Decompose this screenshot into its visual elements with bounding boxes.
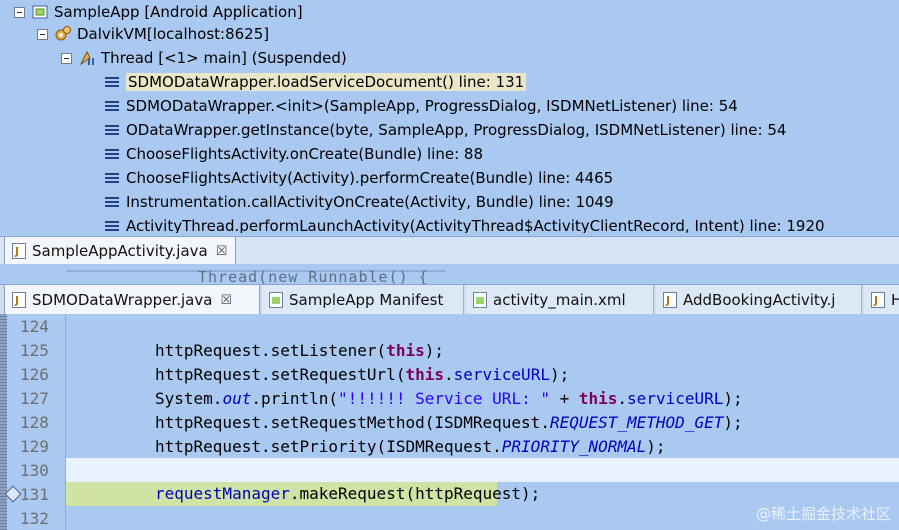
stack-frame-label: ODataWrapper.getInstance(byte, SampleApp… bbox=[126, 121, 787, 139]
code-line[interactable]: 125 httpRequest.setListener(this); bbox=[0, 338, 899, 362]
stack-frame-label: ChooseFlightsActivity.onCreate(Bundle) l… bbox=[126, 145, 483, 163]
collapsed-editor-stub: Thread(new Runnable() { bbox=[0, 264, 899, 284]
tree-node-thread[interactable]: Thread [<1> main] (Suspended) bbox=[61, 46, 347, 70]
xml-file-icon bbox=[472, 292, 487, 309]
stack-frame[interactable]: ActivityThread.performLaunchActivity(Act… bbox=[104, 214, 825, 233]
tab-label: SampleAppActivity.java bbox=[32, 242, 208, 260]
code-line[interactable]: 130 bbox=[20, 458, 899, 482]
collapse-toggle-icon[interactable] bbox=[37, 28, 48, 40]
line-number: 130 bbox=[20, 460, 49, 480]
tab-label: SampleApp Manifest bbox=[289, 291, 444, 309]
line-number: 124 bbox=[20, 316, 49, 336]
stack-frame-label: Instrumentation.callActivityOnCreate(Act… bbox=[126, 193, 614, 211]
tree-node-app[interactable]: SampleApp [Android Application] bbox=[14, 0, 303, 24]
svg-text:J: J bbox=[873, 294, 878, 307]
stack-frame-icon bbox=[104, 147, 120, 161]
code-line[interactable]: 126 httpRequest.setRequestUrl(this.servic… bbox=[0, 362, 899, 386]
stack-frame[interactable]: Instrumentation.callActivityOnCreate(Act… bbox=[104, 190, 614, 214]
collapse-toggle-icon[interactable] bbox=[61, 52, 72, 64]
top-editor-tabbar: J SampleAppActivity.java ☒ bbox=[0, 236, 899, 266]
tree-node-vm[interactable]: DalvikVM[localhost:8625] bbox=[37, 22, 269, 46]
tab-sampleapp-manifest[interactable]: SampleApp Manifest bbox=[262, 285, 464, 315]
tab-sdmodatawrapper[interactable]: J SDMODataWrapper.java ☒ bbox=[4, 285, 260, 315]
line-number: 132 bbox=[20, 508, 49, 528]
code-text: httpRequest.setPriority(ISDMRequest.PRIO… bbox=[155, 436, 666, 456]
manifest-file-icon bbox=[268, 292, 283, 309]
suspended-thread-icon bbox=[78, 49, 96, 67]
stack-frame-icon bbox=[104, 195, 120, 209]
code-line[interactable]: 127 System.out.println("!!!!!! Service UR… bbox=[0, 386, 899, 410]
stack-frame[interactable]: SDMODataWrapper.loadServiceDocument() li… bbox=[104, 70, 527, 94]
tree-node-vm-label: DalvikVM[localhost:8625] bbox=[77, 25, 270, 43]
stack-frame-icon bbox=[104, 219, 120, 233]
line-number: 131 bbox=[20, 484, 49, 504]
code-line[interactable]: 129 httpRequest.setPriority(ISDMRequest.P… bbox=[0, 434, 899, 458]
tree-node-app-label: SampleApp [Android Application] bbox=[54, 3, 303, 21]
stack-frame-label: ChooseFlightsActivity(Activity).performC… bbox=[126, 169, 614, 187]
stack-frame-label: ActivityThread.performLaunchActivity(Act… bbox=[126, 217, 825, 233]
svg-text:J: J bbox=[14, 245, 19, 258]
line-number: 128 bbox=[20, 412, 49, 432]
stack-frame[interactable]: ChooseFlightsActivity.onCreate(Bundle) l… bbox=[104, 142, 483, 166]
svg-text:J: J bbox=[14, 294, 19, 307]
code-text: httpRequest.setRequestUrl(this.serviceUR… bbox=[155, 364, 570, 384]
stack-frame-icon bbox=[104, 123, 120, 137]
tab-label: activity_main.xml bbox=[493, 291, 626, 309]
svg-text:J: J bbox=[665, 294, 670, 307]
java-file-icon: J bbox=[11, 243, 26, 260]
stack-frame-label: SDMODataWrapper.<init>(SampleApp, Progre… bbox=[126, 97, 738, 115]
android-app-icon bbox=[31, 3, 49, 21]
close-tab-icon[interactable]: ☒ bbox=[216, 244, 228, 259]
stack-frame[interactable]: ODataWrapper.getInstance(byte, SampleApp… bbox=[104, 118, 786, 142]
tab-activity-main-xml[interactable]: activity_main.xml bbox=[466, 285, 654, 315]
tab-label: SDMODataWrapper.java bbox=[32, 291, 213, 309]
editor-tabbar: J SDMODataWrapper.java ☒ SampleApp Manif… bbox=[0, 284, 899, 316]
tab-label: H bbox=[891, 291, 899, 309]
stub-code-text: Thread(new Runnable() { bbox=[198, 268, 429, 284]
line-number: 127 bbox=[20, 388, 49, 408]
code-line[interactable]: 128 httpRequest.setRequestMethod(ISDMRequ… bbox=[0, 410, 899, 434]
debug-view: SampleApp [Android Application] DalvikVM… bbox=[0, 0, 899, 233]
code-text: requestManager.makeRequest(httpRequest); bbox=[66, 482, 540, 506]
stack-frame-label: SDMODataWrapper.loadServiceDocument() li… bbox=[126, 73, 527, 91]
tab-overflow[interactable]: J H bbox=[864, 285, 899, 315]
stack-frame[interactable]: ChooseFlightsActivity(Activity).performC… bbox=[104, 166, 613, 190]
stack-frame-icon bbox=[104, 171, 120, 185]
java-file-icon: J bbox=[11, 292, 26, 309]
tree-node-thread-label: Thread [<1> main] (Suspended) bbox=[101, 49, 347, 67]
code-text: httpRequest.setRequestMethod(ISDMRequest… bbox=[155, 412, 743, 432]
code-text: System.out.println("!!!!!! Service URL: … bbox=[155, 388, 743, 408]
line-number: 129 bbox=[20, 436, 49, 456]
line-number: 126 bbox=[20, 364, 49, 384]
stack-frame-icon bbox=[104, 99, 120, 113]
stack-frame[interactable]: SDMODataWrapper.<init>(SampleApp, Progre… bbox=[104, 94, 738, 118]
code-line[interactable]: 124 bbox=[0, 314, 899, 338]
stack-frame-icon bbox=[104, 75, 120, 89]
tab-label: AddBookingActivity.j bbox=[683, 291, 836, 309]
tab-sampleappactivity[interactable]: J SampleAppActivity.java ☒ bbox=[4, 237, 236, 265]
code-editor[interactable]: 124 125 httpRequest.setListener(this); 126 h… bbox=[0, 314, 899, 530]
vm-gears-icon bbox=[54, 25, 72, 43]
instruction-pointer-icon bbox=[4, 485, 22, 503]
java-file-icon: J bbox=[662, 292, 677, 309]
close-tab-icon[interactable]: ☒ bbox=[220, 293, 232, 308]
collapse-toggle-icon[interactable] bbox=[14, 6, 25, 18]
tab-addbookingactivity[interactable]: J AddBookingActivity.j bbox=[656, 285, 862, 315]
line-number: 125 bbox=[20, 340, 49, 360]
java-file-icon: J bbox=[870, 292, 885, 309]
watermark-text: @稀土掘金技术社区 bbox=[755, 505, 891, 523]
code-text: httpRequest.setListener(this); bbox=[155, 340, 444, 360]
